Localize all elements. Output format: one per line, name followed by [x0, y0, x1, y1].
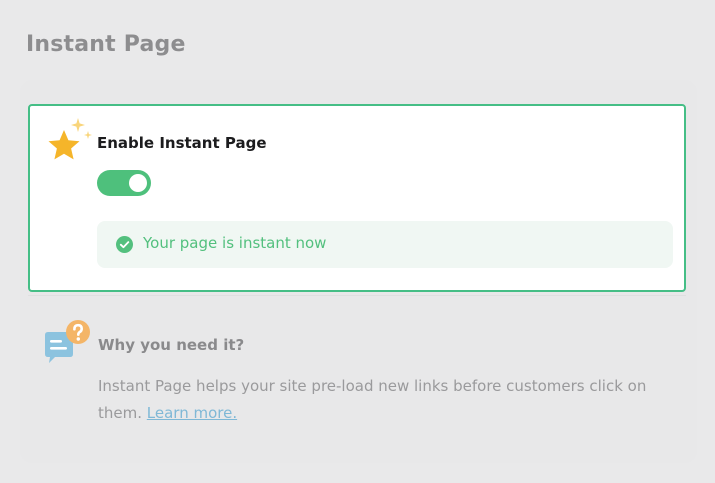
star-icon — [48, 118, 92, 160]
page-title: Instant Page — [26, 32, 186, 57]
status-text: Your page is instant now — [143, 234, 327, 252]
why-title: Why you need it? — [98, 336, 245, 354]
enable-panel: Enable Instant Page Your page is instant… — [28, 104, 686, 292]
status-message: Your page is instant now — [97, 221, 673, 268]
divider — [28, 295, 686, 296]
toggle-knob — [129, 174, 147, 192]
check-circle-icon — [116, 236, 133, 253]
why-description: Instant Page helps your site pre-load ne… — [98, 373, 683, 427]
enable-instant-page-label: Enable Instant Page — [97, 134, 267, 152]
question-bubble-icon — [45, 320, 90, 363]
learn-more-link[interactable]: Learn more. — [147, 404, 237, 422]
enable-instant-page-toggle[interactable] — [97, 170, 151, 196]
